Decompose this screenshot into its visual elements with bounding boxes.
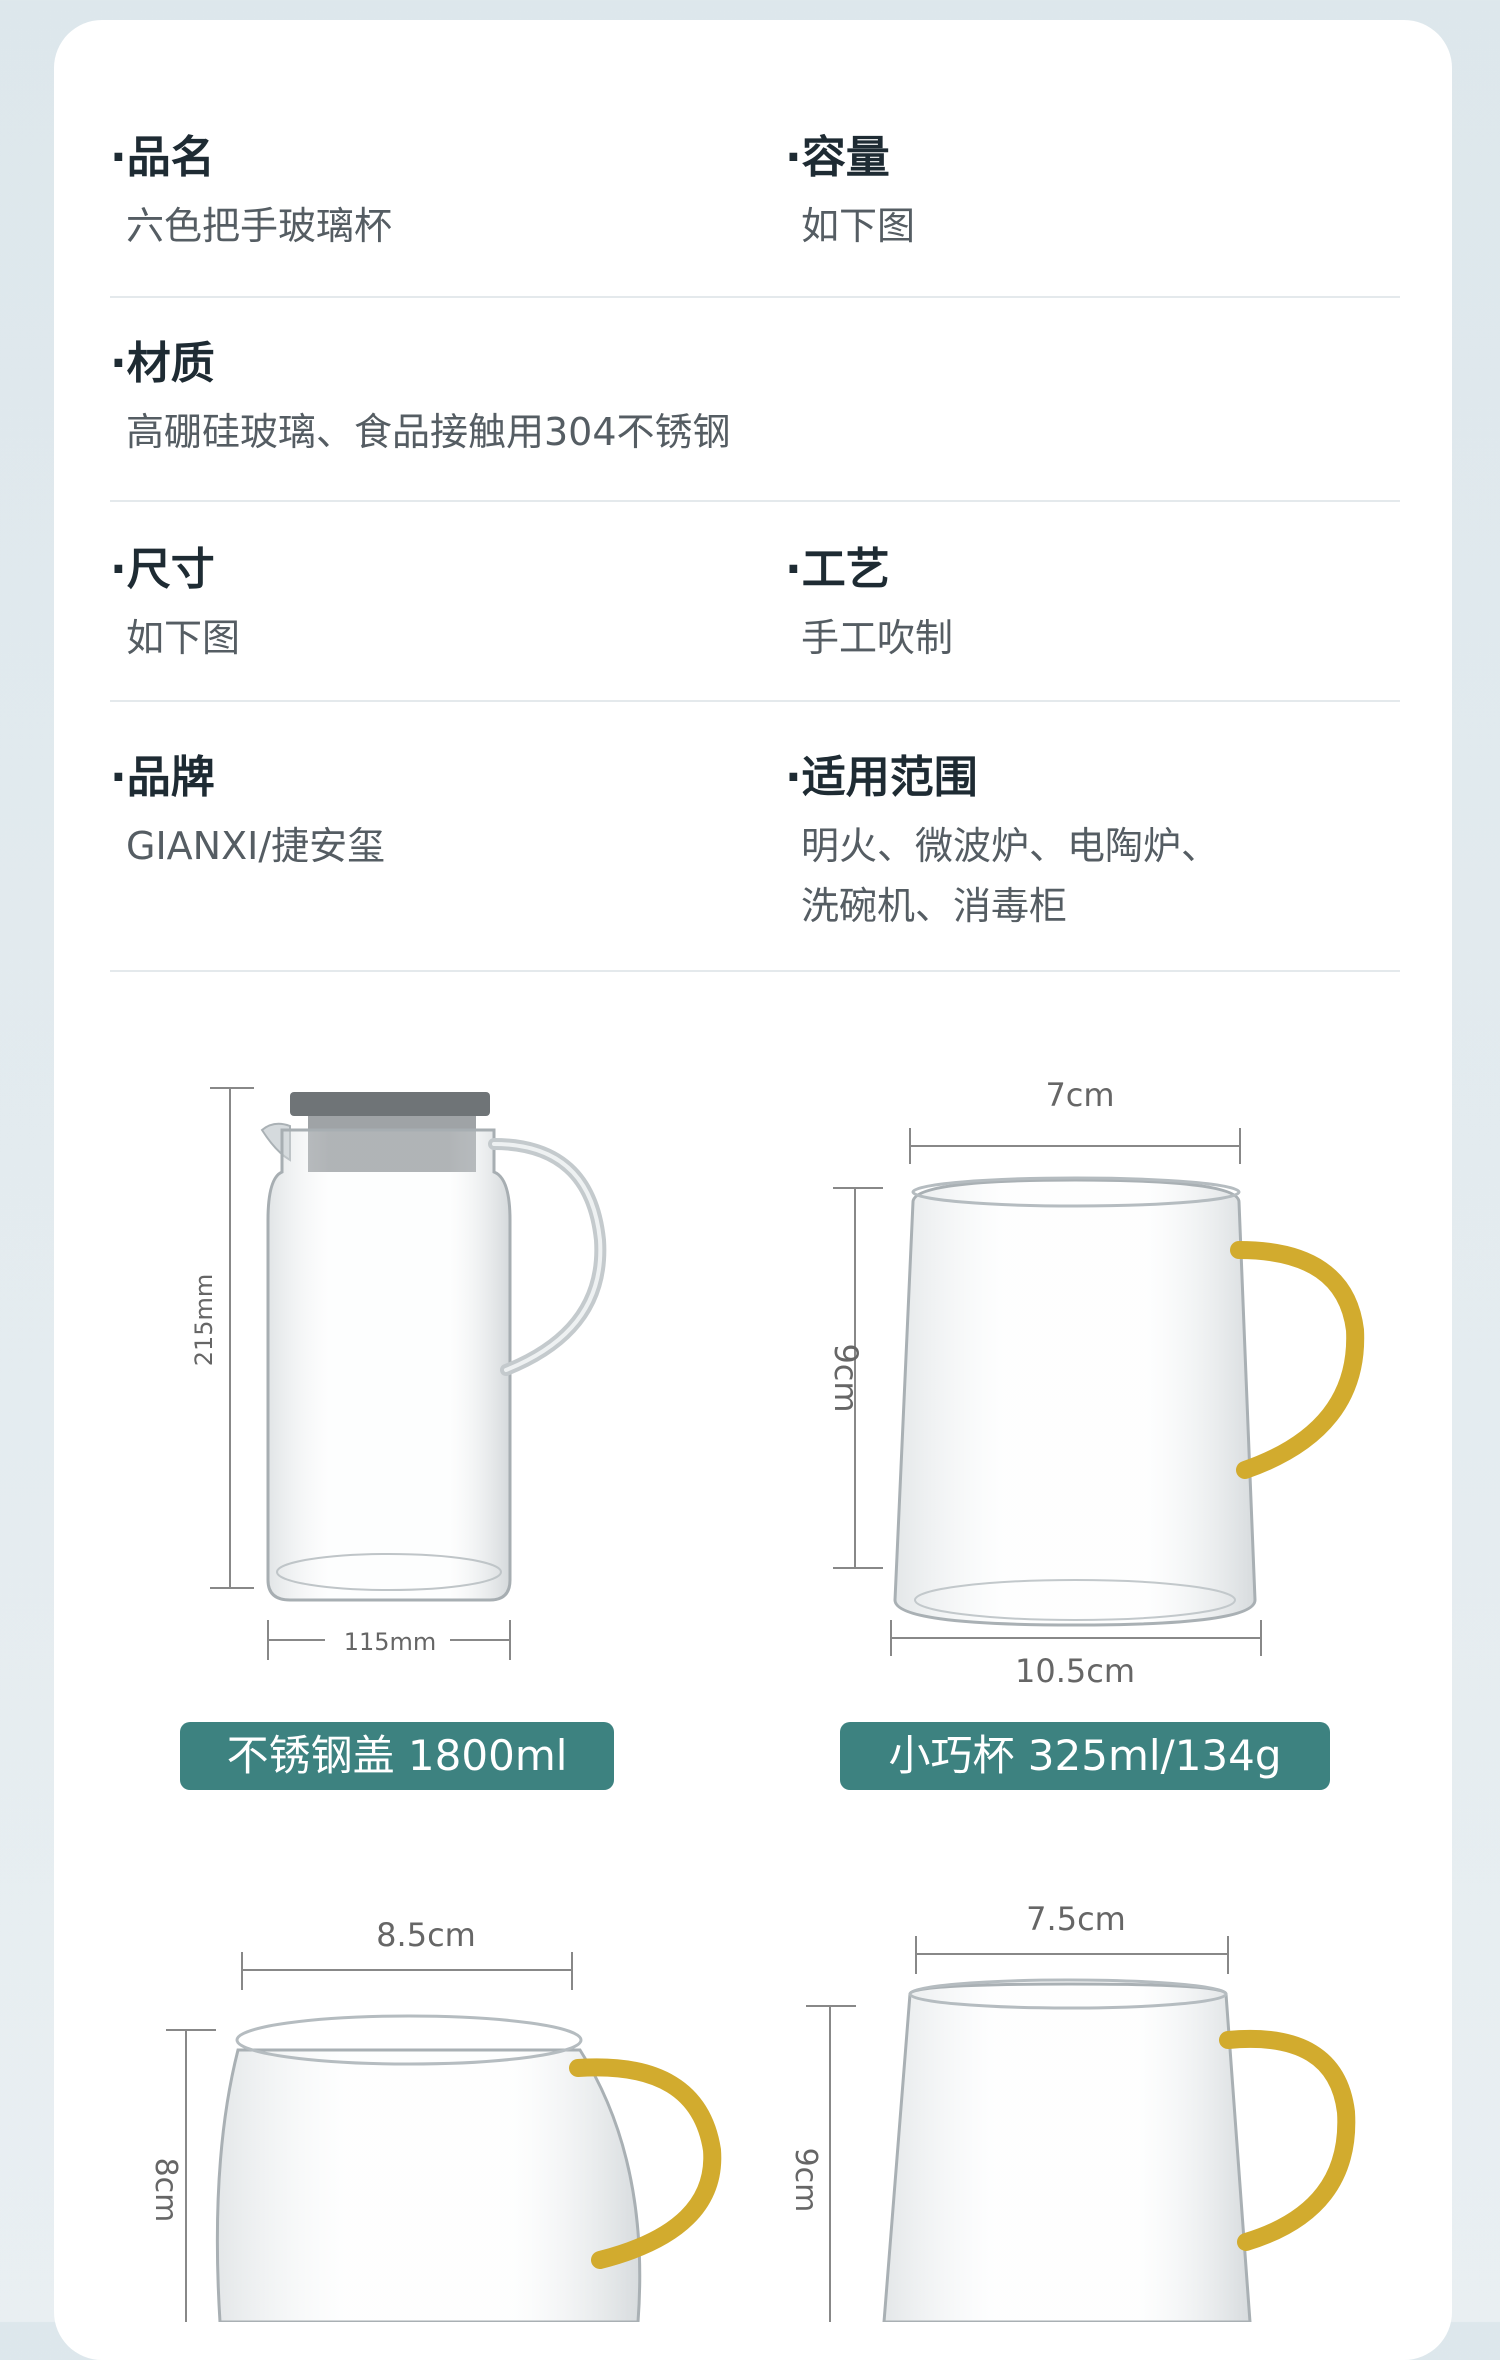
divider [110, 500, 1400, 502]
spec-brand-label: ·品牌 [110, 752, 215, 803]
handle-icon [1219, 2030, 1356, 2251]
small-cup-base-label: 10.5cm [1015, 1652, 1135, 1690]
spec-scope-value-line2: 洗碗机、消毒柜 [801, 884, 1068, 928]
tapered-cup-photo: 7.5cm 9cm [788, 1900, 1356, 2322]
divider [110, 700, 1400, 702]
divider [110, 296, 1400, 298]
small-cup-width-label: 7cm [1045, 1076, 1114, 1114]
spec-material-value: 高硼硅玻璃、食品接触用304不锈钢 [126, 410, 731, 454]
spec-material-label: ·材质 [110, 338, 215, 389]
kettle-photo: 215mm 115mm [190, 1087, 607, 1660]
round-cup-height-label: 8cm [148, 2158, 183, 2223]
spec-scope-value-line1: 明火、微波炉、电陶炉、 [801, 824, 1220, 868]
spec-name-value: 六色把手玻璃杯 [126, 204, 393, 248]
kettle-width-label: 115mm [344, 1628, 437, 1656]
round-cup-width-label: 8.5cm [376, 1916, 476, 1954]
small-cup-photo: 7cm 9cm 10.5cm [827, 1076, 1365, 1690]
spec-name-label: ·品名 [110, 132, 215, 183]
round-cup-photo: 8.5cm 8cm [148, 1916, 722, 2322]
spec-size-value: 如下图 [126, 616, 241, 660]
lid-icon [290, 1092, 490, 1116]
small-cup-height-label: 9cm [827, 1343, 865, 1412]
tapered-cup-width-label: 7.5cm [1026, 1900, 1126, 1938]
spec-brand-value: GIANXI/捷安玺 [126, 824, 386, 868]
spec-capacity-label: ·容量 [785, 132, 890, 183]
spec-size-label: ·尺寸 [110, 544, 215, 595]
small-cup-caption: 小巧杯 325ml/134g [840, 1722, 1330, 1790]
spec-scope-label: ·适用范围 [785, 752, 978, 803]
spec-capacity-value: 如下图 [801, 204, 916, 248]
spec-craft-value: 手工吹制 [801, 616, 954, 660]
handle-icon [1230, 1241, 1365, 1479]
kettle-height-label: 215mm [190, 1274, 218, 1367]
spec-craft-label: ·工艺 [785, 544, 890, 595]
tapered-cup-height-label: 9cm [788, 2148, 823, 2213]
divider [110, 970, 1400, 972]
kettle-caption: 不锈钢盖 1800ml [180, 1722, 614, 1790]
